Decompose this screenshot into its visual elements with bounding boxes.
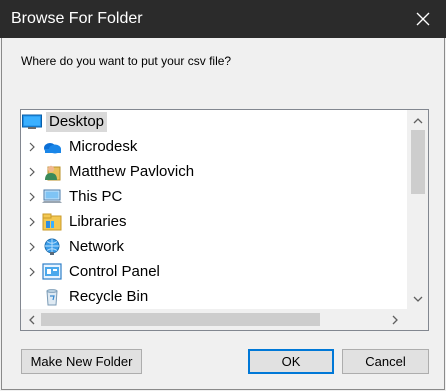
- tree-item-label: This PC: [69, 188, 123, 205]
- tree-item-label: Desktop: [46, 112, 108, 132]
- chevron-right-icon[interactable]: [22, 235, 42, 259]
- tree-item-recycle-bin[interactable]: Recycle Bin: [21, 285, 408, 309]
- cancel-button[interactable]: Cancel: [342, 349, 429, 374]
- vertical-scroll-thumb[interactable]: [411, 130, 425, 194]
- chevron-right-icon[interactable]: [22, 185, 42, 209]
- scroll-left-button[interactable]: [23, 309, 40, 330]
- horizontal-scroll-thumb[interactable]: [41, 313, 320, 326]
- prompt-text: Where do you want to put your csv file?: [21, 54, 232, 68]
- network-icon: [42, 238, 62, 256]
- chevron-down-icon: [413, 296, 422, 302]
- tree-item-this-pc[interactable]: This PC: [21, 185, 408, 209]
- libraries-icon: [42, 213, 62, 231]
- tree-item-libraries[interactable]: Libraries: [21, 210, 408, 234]
- chevron-right-icon[interactable]: [22, 210, 42, 234]
- horizontal-scrollbar[interactable]: [21, 309, 408, 330]
- tree-item-label: Matthew Pavlovich: [69, 163, 195, 180]
- vertical-scrollbar[interactable]: [407, 110, 428, 310]
- desktop-icon: [22, 113, 42, 131]
- computer-icon: [42, 188, 62, 206]
- recycle-bin-icon: [42, 288, 62, 306]
- tree-item-control-panel[interactable]: Control Panel: [21, 260, 408, 284]
- tree-item-label: Recycle Bin: [69, 288, 149, 305]
- chevron-right-icon: [392, 315, 398, 324]
- tree-item-label: Network: [69, 238, 125, 255]
- tree-item-network[interactable]: Network: [21, 235, 408, 259]
- close-button[interactable]: [400, 0, 446, 38]
- tree-item-label: Libraries: [69, 213, 127, 230]
- tree-item-label: Control Panel: [69, 263, 160, 280]
- tree-item-desktop[interactable]: Desktop: [21, 110, 408, 134]
- chevron-right-icon[interactable]: [22, 160, 42, 184]
- make-new-folder-button[interactable]: Make New Folder: [21, 349, 142, 374]
- close-icon: [416, 12, 430, 26]
- window-title: Browse For Folder: [11, 10, 143, 27]
- ok-button[interactable]: OK: [248, 349, 334, 374]
- chevron-right-icon[interactable]: [22, 135, 42, 159]
- scroll-right-button[interactable]: [387, 309, 404, 330]
- scroll-down-button[interactable]: [407, 291, 428, 308]
- folder-tree-list: Desktop Microdesk Matthew Pavlovich This…: [21, 110, 408, 310]
- control-panel-icon: [42, 263, 62, 281]
- chevron-left-icon: [29, 315, 35, 324]
- scrollbar-corner: [407, 309, 428, 330]
- folder-tree[interactable]: Desktop Microdesk Matthew Pavlovich This…: [20, 109, 429, 331]
- tree-item-user[interactable]: Matthew Pavlovich: [21, 160, 408, 184]
- chevron-up-icon: [413, 118, 422, 124]
- title-bar: Browse For Folder: [0, 0, 446, 38]
- tree-item-microdesk[interactable]: Microdesk: [21, 135, 408, 159]
- tree-item-label: Microdesk: [69, 138, 138, 155]
- scroll-up-button[interactable]: [407, 112, 428, 129]
- chevron-right-icon[interactable]: [22, 260, 42, 284]
- onedrive-cloud-icon: [42, 138, 62, 156]
- user-folder-icon: [42, 163, 62, 181]
